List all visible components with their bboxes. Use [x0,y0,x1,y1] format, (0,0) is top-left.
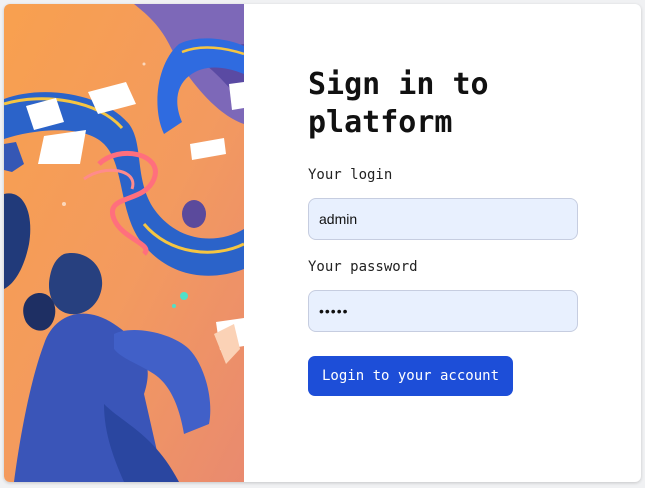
login-form: Sign in to platform Your login Your pass… [308,66,578,396]
login-card: Sign in to platform Your login Your pass… [4,4,641,482]
password-label: Your password [308,259,418,275]
login-input[interactable] [308,198,578,240]
login-button[interactable]: Login to your account [308,356,514,396]
login-label: Your login [308,167,393,183]
illustration-panel [4,4,244,482]
page-title: Sign in to platform [308,67,489,140]
password-input[interactable] [308,290,578,332]
abstract-illustration [4,4,244,482]
